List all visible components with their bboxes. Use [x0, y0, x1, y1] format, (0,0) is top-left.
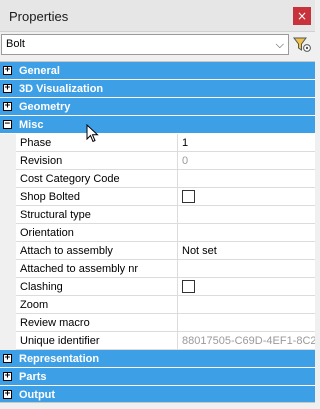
property-name: Attached to assembly nr	[16, 260, 178, 278]
expand-toggle-icon[interactable]: +	[3, 372, 12, 381]
property-name: Attach to assembly	[16, 242, 178, 260]
panel-titlebar: Properties ×	[0, 0, 315, 32]
property-value[interactable]	[178, 260, 315, 278]
row-gutter	[0, 152, 16, 170]
object-type-value: Bolt	[6, 38, 25, 50]
category-label: Representation	[19, 353, 100, 365]
category-misc[interactable]: − Misc	[0, 116, 315, 134]
row-gutter	[0, 170, 16, 188]
property-row-orientation: Orientation	[0, 224, 315, 242]
property-row-attached-to-assembly-nr: Attached to assembly nr	[0, 260, 315, 278]
property-row-phase: Phase 1	[0, 134, 315, 152]
row-gutter	[0, 206, 16, 224]
row-gutter	[0, 260, 16, 278]
property-value[interactable]	[178, 314, 315, 332]
expand-toggle-icon[interactable]: +	[3, 390, 12, 399]
category-3d-visualization[interactable]: +3D Visualization	[0, 80, 315, 98]
close-icon[interactable]: ×	[293, 7, 311, 25]
property-name: Zoom	[16, 296, 178, 314]
row-gutter	[0, 224, 16, 242]
category-parts[interactable]: + Parts	[0, 368, 315, 386]
property-value[interactable]: 88017505-C69D-4EF1-8C24	[178, 332, 315, 350]
checkbox[interactable]	[182, 280, 195, 293]
categories-top: + General +3D Visualization + Geometry − Misc	[0, 62, 315, 134]
property-row-attach-to-assembly: Attach to assembly Not set	[0, 242, 315, 260]
expand-toggle-icon[interactable]: −	[3, 120, 12, 129]
property-row-shop-bolted: Shop Bolted	[0, 188, 315, 206]
property-value[interactable]: 1	[178, 134, 315, 152]
row-gutter	[0, 242, 16, 260]
category-label: Parts	[19, 371, 47, 383]
row-gutter	[0, 278, 16, 296]
row-gutter	[0, 332, 16, 350]
selector-row: Bolt ⌵	[0, 33, 315, 57]
property-row-structural-type: Structural type	[0, 206, 315, 224]
filter-icon[interactable]	[292, 36, 312, 54]
property-value[interactable]	[178, 170, 315, 188]
chevron-down-icon: ⌵	[275, 38, 284, 51]
property-name: Clashing	[16, 278, 178, 296]
category-label: General	[19, 65, 60, 77]
expand-toggle-icon[interactable]: +	[3, 84, 12, 93]
property-row-revision: Revision 0	[0, 152, 315, 170]
expand-toggle-icon[interactable]: +	[3, 354, 12, 363]
row-gutter	[0, 188, 16, 206]
property-value[interactable]	[178, 188, 315, 206]
panel-title: Properties	[9, 9, 69, 24]
mouse-pointer-icon	[86, 124, 99, 143]
property-value[interactable]	[178, 278, 315, 296]
property-value[interactable]	[178, 224, 315, 242]
row-gutter	[0, 296, 16, 314]
category-general[interactable]: + General	[0, 62, 315, 80]
property-row-clashing: Clashing	[0, 278, 315, 296]
property-value[interactable]: Not set	[178, 242, 315, 260]
checkbox[interactable]	[182, 190, 195, 203]
property-value[interactable]: 0	[178, 152, 315, 170]
category-label: Misc	[19, 119, 44, 131]
row-gutter	[0, 134, 16, 152]
property-name: Review macro	[16, 314, 178, 332]
property-row-zoom: Zoom	[0, 296, 315, 314]
category-representation[interactable]: + Representation	[0, 350, 315, 368]
property-name: Unique identifier	[16, 332, 178, 350]
property-name: Revision	[16, 152, 178, 170]
misc-rows: Phase 1 Revision 0 Cost Category Code Shop Bo…	[0, 134, 315, 350]
property-name: Cost Category Code	[16, 170, 178, 188]
property-row-cost-category-code: Cost Category Code	[0, 170, 315, 188]
property-row-unique-identifier: Unique identifier 88017505-C69D-4EF1-8C24	[0, 332, 315, 350]
category-label: Output	[19, 389, 56, 401]
categories-bottom: + Representation + Parts + Output	[0, 350, 315, 402]
property-value[interactable]	[178, 296, 315, 314]
property-row-review-macro: Review macro	[0, 314, 315, 332]
category-geometry[interactable]: + Geometry	[0, 98, 315, 116]
property-grid: + General +3D Visualization + Geometry − Misc …	[0, 61, 315, 403]
category-label: 3D Visualization	[19, 83, 104, 95]
row-gutter	[0, 314, 16, 332]
property-value[interactable]	[178, 206, 315, 224]
category-output[interactable]: + Output	[0, 386, 315, 402]
object-type-dropdown[interactable]: Bolt ⌵	[1, 34, 289, 55]
expand-toggle-icon[interactable]: +	[3, 102, 12, 111]
property-name: Orientation	[16, 224, 178, 242]
expand-toggle-icon[interactable]: +	[3, 66, 12, 75]
property-name: Shop Bolted	[16, 188, 178, 206]
property-name: Structural type	[16, 206, 178, 224]
category-label: Geometry	[19, 101, 71, 113]
